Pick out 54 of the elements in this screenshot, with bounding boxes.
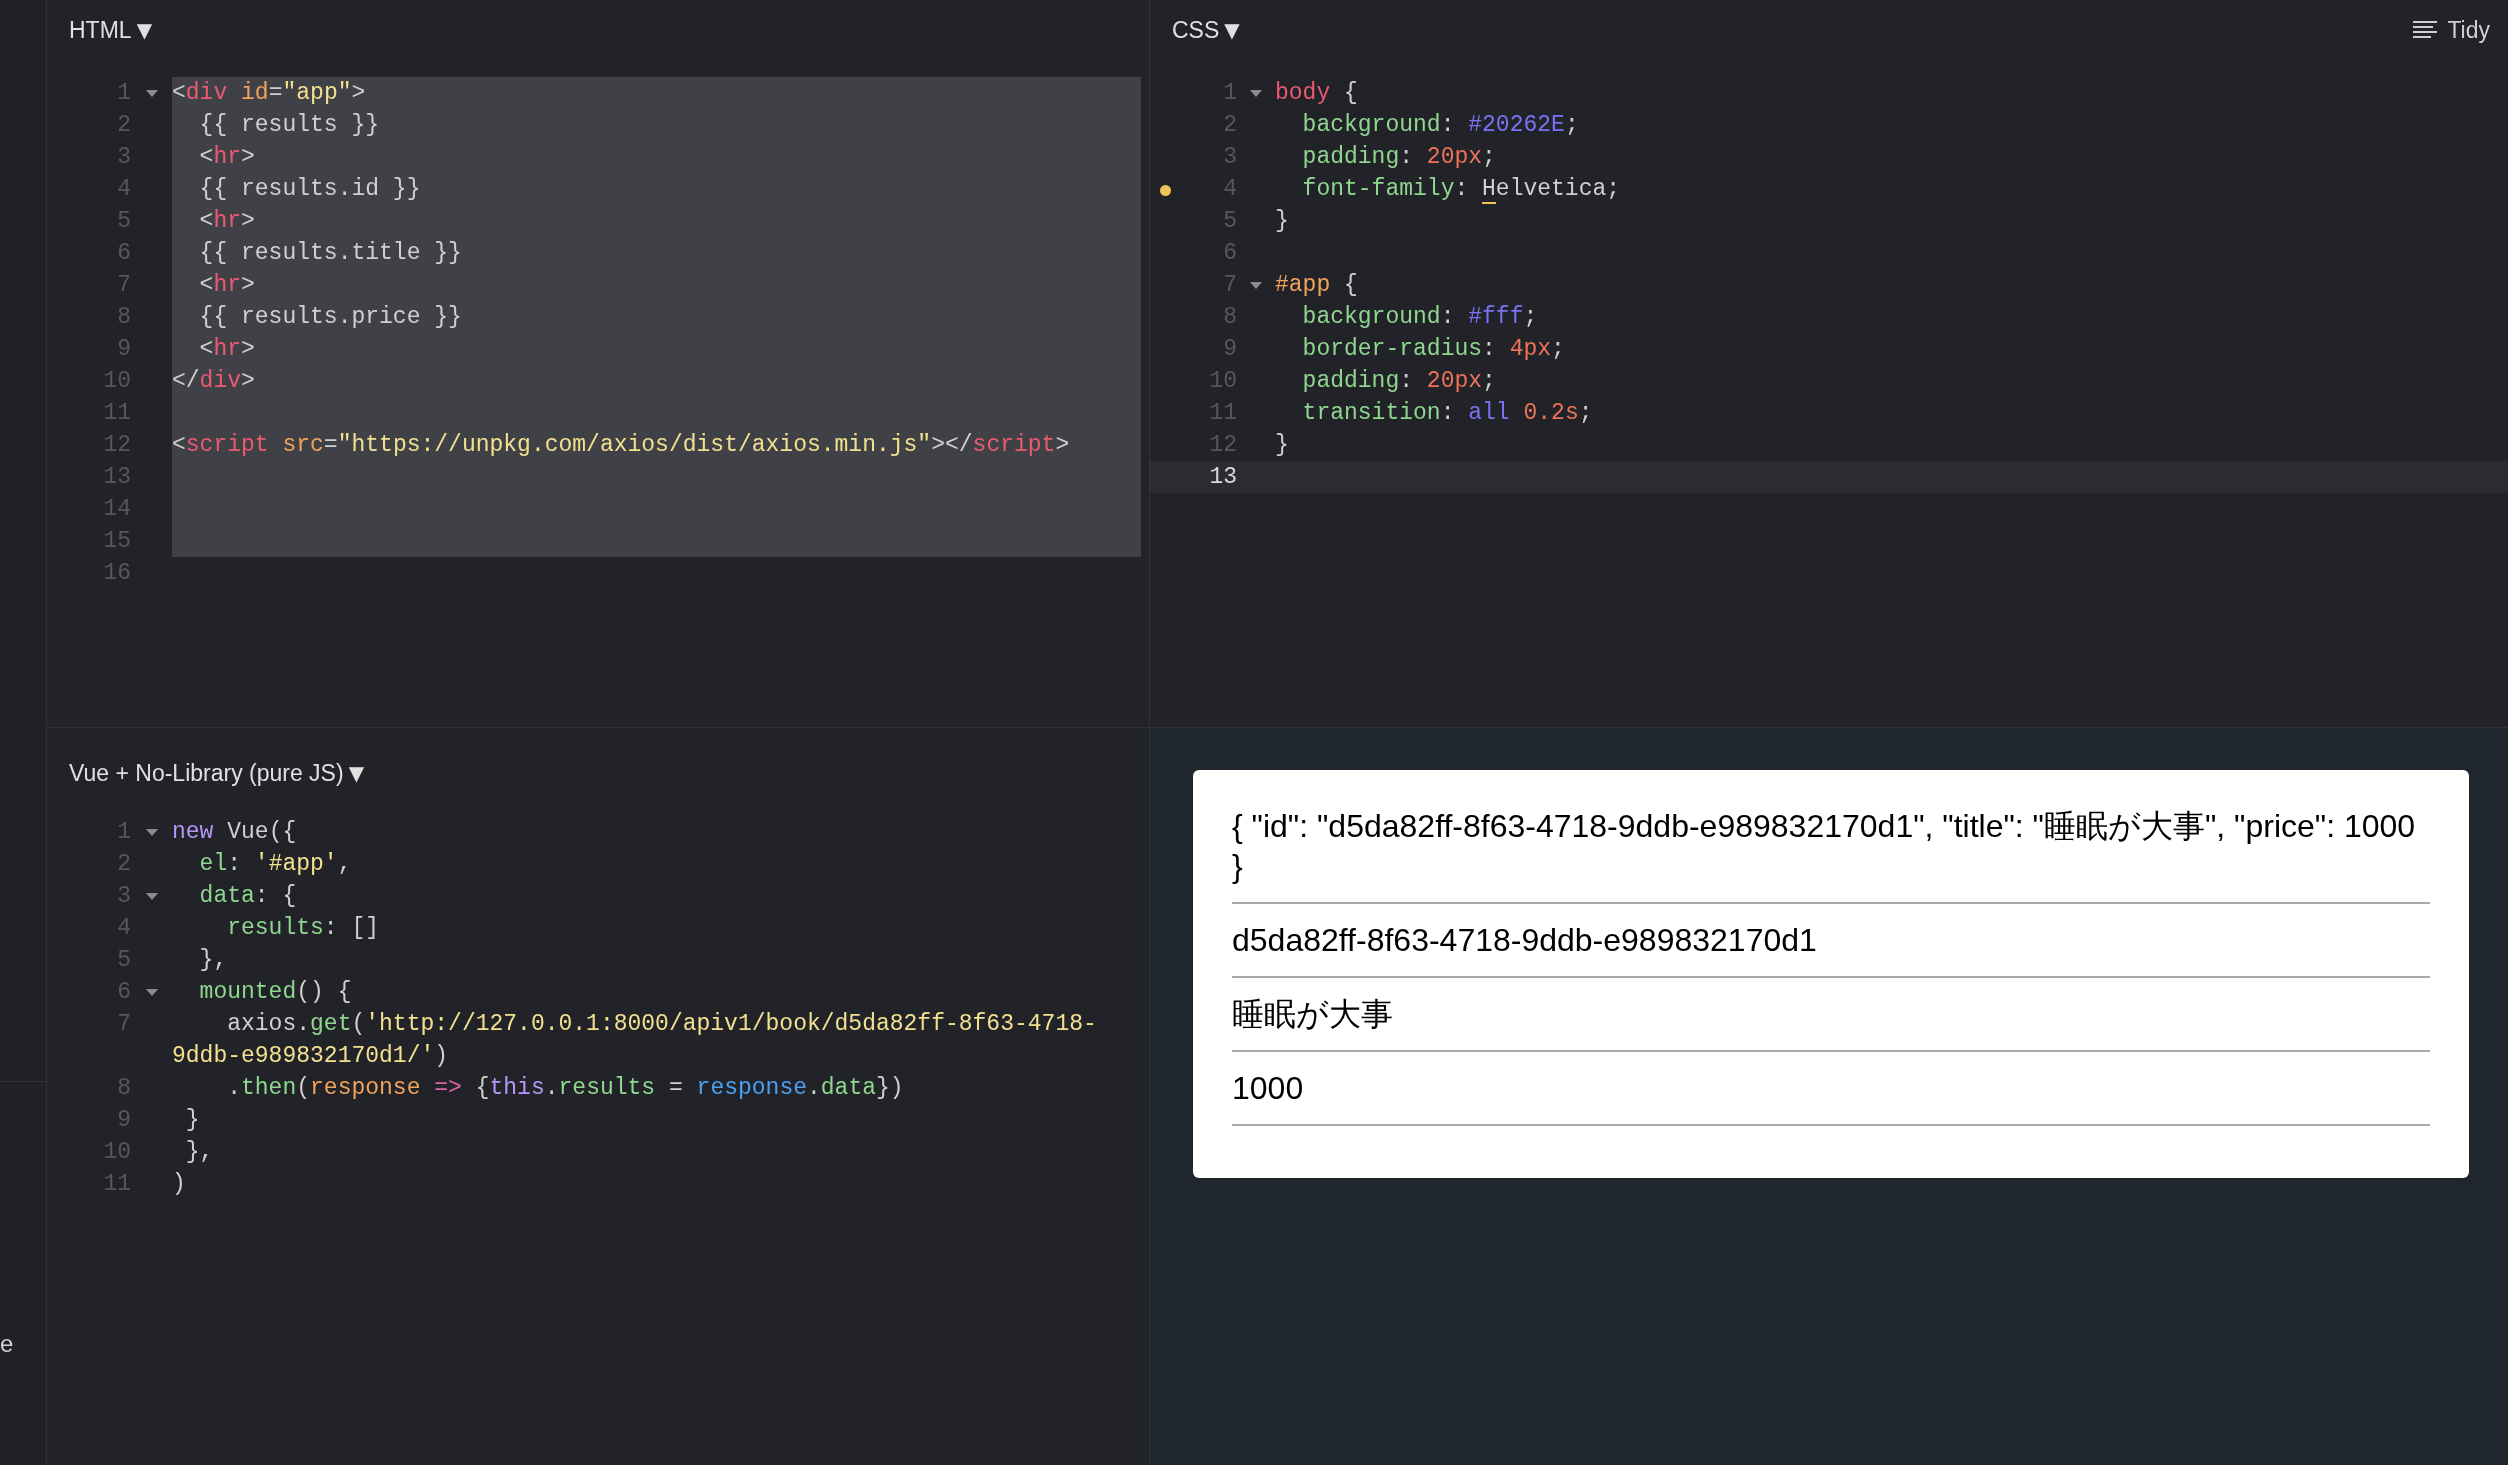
lines-icon bbox=[2413, 21, 2438, 39]
fold-arrow-icon[interactable] bbox=[1250, 89, 1262, 97]
result-text: 睡眠が大事 bbox=[1232, 995, 1394, 1034]
code-line: <hr> bbox=[198, 143, 256, 172]
code-line: font-family: Helvetica; bbox=[1301, 175, 1622, 205]
code-line: results: [] bbox=[226, 914, 381, 943]
fold-arrow-icon[interactable] bbox=[145, 892, 158, 900]
code-line: <hr> bbox=[198, 271, 256, 300]
dropdown-caret[interactable]: ▼ bbox=[1224, 15, 1240, 45]
code-line: }, bbox=[184, 1138, 215, 1167]
code-line: data: { bbox=[198, 882, 298, 911]
code-line: padding: 20px; bbox=[1301, 143, 1497, 172]
result-text: { "id": "d5da82ff-8f63-4718-9ddb-e989832170d1", "title": "睡眠が大事", "price": 1000 } bbox=[1232, 807, 2417, 886]
code-line: body { bbox=[1275, 79, 1359, 108]
panel-title[interactable]: HTML bbox=[69, 12, 132, 48]
code-line: <hr> bbox=[198, 207, 256, 236]
line-number: 13 bbox=[1209, 463, 1237, 492]
code-line: border-radius: 4px; bbox=[1301, 335, 1566, 364]
fold-arrow-icon[interactable] bbox=[1250, 281, 1262, 289]
code-line: 9ddb-e989832170d1/') bbox=[172, 1042, 450, 1071]
code-line: } bbox=[1275, 207, 1290, 236]
dropdown-caret[interactable]: ▼ bbox=[348, 758, 364, 788]
panel-title[interactable]: Vue + No-Library (pure JS) bbox=[69, 755, 344, 791]
code-line: .then(response => {this.results = response.data}) bbox=[226, 1074, 905, 1103]
code-line: {{ results.id }} bbox=[198, 175, 422, 204]
code-line: } bbox=[184, 1106, 201, 1135]
code-line: el: '#app', bbox=[198, 850, 353, 879]
code-line: }, bbox=[198, 946, 229, 975]
code-line: </div> bbox=[172, 367, 256, 396]
code-line: background: #fff; bbox=[1301, 303, 1539, 332]
code-line: {{ results.price }} bbox=[198, 303, 463, 332]
code-line: mounted() { bbox=[198, 978, 353, 1007]
code-line: transition: all 0.2s; bbox=[1301, 399, 1594, 428]
code-line: axios.get('http://127.0.0.1:8000/apiv1/book/d5da82ff-8f63-4718- bbox=[226, 1010, 1098, 1039]
tidy-button[interactable]: Tidy bbox=[2413, 12, 2490, 48]
code-line: padding: 20px; bbox=[1301, 367, 1497, 396]
fold-arrow-icon[interactable] bbox=[145, 89, 158, 97]
panel-title[interactable]: CSS bbox=[1172, 12, 1220, 48]
code-line: ) bbox=[172, 1170, 187, 1199]
fold-arrow-icon[interactable] bbox=[145, 828, 158, 836]
result-text: 1000 bbox=[1232, 1069, 1305, 1108]
code-line: } bbox=[1275, 431, 1290, 460]
code-line: {{ results.title }} bbox=[198, 239, 463, 268]
dropdown-caret[interactable]: ▼ bbox=[136, 15, 152, 45]
code-line: {{ results }} bbox=[198, 111, 381, 140]
fold-arrow-icon[interactable] bbox=[145, 988, 158, 996]
code-line: #app { bbox=[1275, 271, 1359, 300]
result-text: d5da82ff-8f63-4718-9ddb-e989832170d1 bbox=[1232, 921, 1818, 960]
sidebar-label: e bbox=[0, 1330, 14, 1357]
code-line: <div id="app"> bbox=[172, 79, 367, 108]
code-line: <script src="https://unpkg.com/axios/dist/axios.min.js"></script> bbox=[172, 431, 1071, 460]
code-line: background: #20262E; bbox=[1301, 111, 1580, 140]
code-line: new Vue({ bbox=[172, 818, 298, 847]
code-line: <hr> bbox=[198, 335, 256, 364]
